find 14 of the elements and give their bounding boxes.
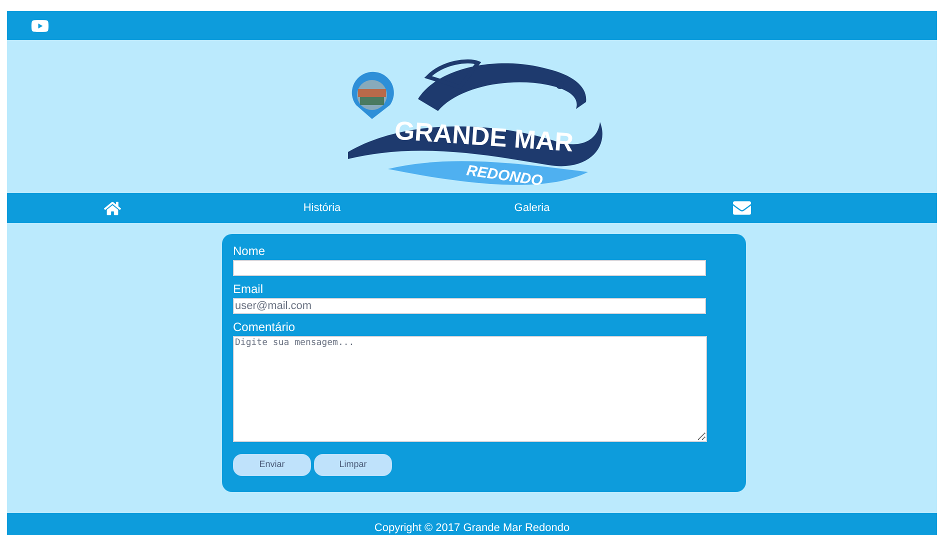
- mail-icon[interactable]: [733, 199, 751, 217]
- logo-drawing: GRANDE MAR REDONDO: [348, 46, 610, 186]
- input-field[interactable]: user@mail.com: [233, 298, 706, 314]
- nav-link[interactable]: História: [303, 200, 341, 216]
- field-label: Nome: [233, 244, 266, 258]
- field-label: Comentário: [233, 320, 296, 334]
- home-icon[interactable]: [104, 200, 120, 216]
- copyright-text: Copyright © 2017 Grande Mar Redondo: [374, 522, 570, 535]
- nav-link[interactable]: Galeria: [514, 200, 550, 216]
- message-field[interactable]: Digite sua mensagem...: [233, 336, 707, 442]
- field-label: Email: [233, 282, 264, 296]
- input-field[interactable]: [233, 260, 706, 276]
- form-button[interactable]: Enviar: [233, 454, 311, 476]
- form-button[interactable]: Limpar: [314, 454, 392, 476]
